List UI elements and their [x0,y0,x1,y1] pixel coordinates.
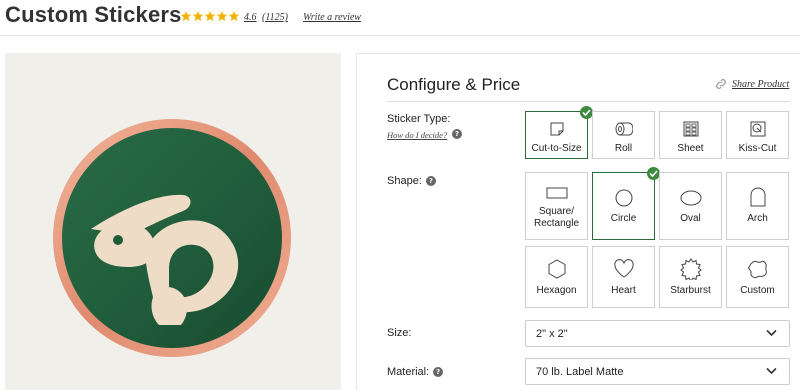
option-label: Arch [747,213,768,224]
material-value: 70 lb. Label Matte [536,365,624,378]
sticker-type-sheet[interactable]: Sheet [659,111,722,159]
help-icon[interactable]: ? [425,176,436,186]
option-label: Cut-to-Size [531,143,582,154]
material-select[interactable]: 70 lb. Label Matte [525,358,790,385]
arch-icon [750,187,766,207]
sheet-icon [683,121,699,137]
shape-square-rectangle[interactable]: Square/ Rectangle [525,172,588,240]
shape-circle[interactable]: Circle [592,167,660,240]
shape-hexagon[interactable]: Hexagon [525,246,588,308]
review-count-link[interactable]: (1125) [262,12,288,23]
custom-shape-icon [748,260,767,279]
shape-oval[interactable]: Oval [659,172,722,240]
star-icon [204,11,216,21]
size-label: Size: [387,327,412,339]
option-label: Roll [614,143,633,154]
star-rating [180,10,240,24]
size-select[interactable]: 2" x 2" [525,320,790,347]
help-icon[interactable]: ? [433,367,444,377]
option-label: Custom [740,285,775,296]
size-value: 2" x 2" [536,327,568,340]
star-icon [192,11,204,21]
product-image [5,53,341,390]
kiss-cut-icon [750,121,766,137]
option-label: Heart [611,285,636,296]
material-label: Material: ? [387,366,444,378]
option-label: Square/ Rectangle [533,206,580,229]
shape-heart[interactable]: Heart [592,246,655,308]
oval-icon [680,190,702,206]
circle-icon [615,189,633,207]
chevron-down-icon [766,329,777,337]
shape-label: Shape: ? [387,175,436,187]
sticker-type-kiss-cut[interactable]: Kiss-Cut [726,111,789,159]
option-label: Kiss-Cut [738,143,777,154]
shape-arch[interactable]: Arch [726,172,789,240]
sticker-type-label: Sticker Type: [387,113,451,125]
star-icon [180,11,192,21]
heart-icon [614,259,634,278]
rectangle-icon [546,187,568,199]
link-icon [716,79,726,89]
rabbit-logo-sticker-icon [53,119,291,357]
chevron-down-icon [766,367,777,375]
option-label: Oval [680,213,701,224]
write-review-link[interactable]: Write a review [303,12,361,23]
share-product-link[interactable]: Share Product [714,77,789,91]
help-icon[interactable]: ? [452,129,462,139]
panel-title: Configure & Price [387,75,521,94]
sticker-type-roll[interactable]: Roll [592,111,655,159]
cut-to-size-icon [550,122,564,136]
starburst-icon [680,258,702,280]
option-label: Circle [610,213,637,224]
shape-custom[interactable]: Custom [726,246,789,308]
rating-value[interactable]: 4.6 [244,12,257,23]
page-title: Custom Stickers [5,2,182,27]
divider [387,101,790,102]
page-header: Custom Stickers 4.6 (1125) Write a revie… [0,0,800,36]
sticker-type-cut-to-size[interactable]: Cut-to-Size [525,106,593,159]
option-label: Starburst [670,285,711,296]
share-product-label: Share Product [732,78,790,90]
star-icon [216,11,228,21]
hexagon-icon [548,259,566,279]
how-do-i-decide-link[interactable]: How do I decide? [387,130,447,140]
option-label: Sheet [677,143,704,154]
roll-icon [615,122,633,136]
star-icon [228,11,240,21]
shape-starburst[interactable]: Starburst [659,246,722,308]
option-label: Hexagon [536,285,577,296]
